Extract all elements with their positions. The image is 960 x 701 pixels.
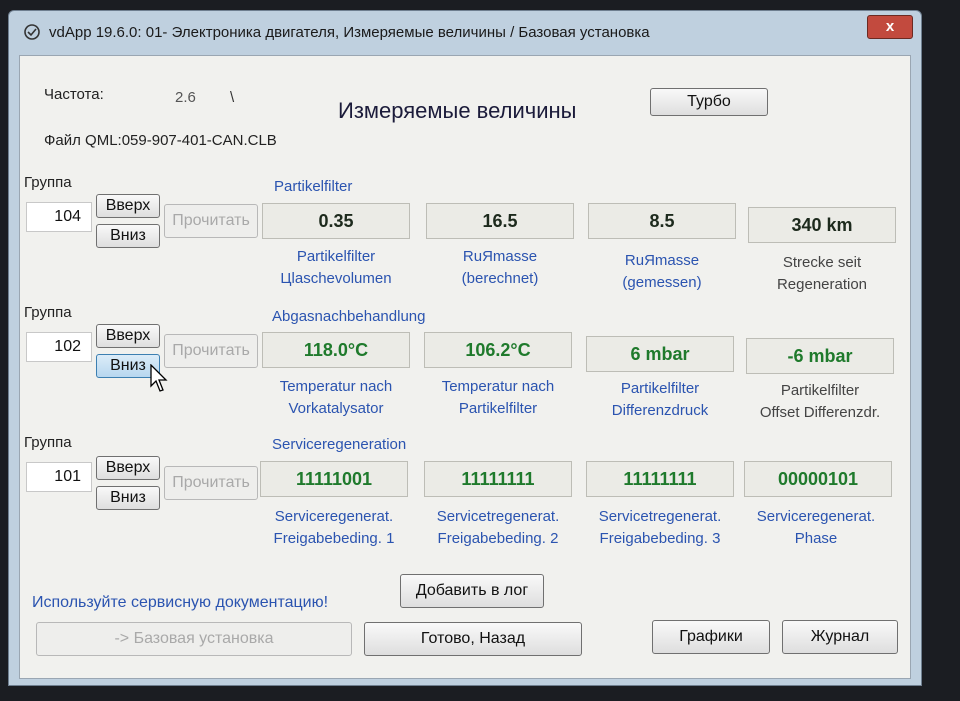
done-back-button[interactable]: Готово, Назад <box>364 622 582 656</box>
main-panel: Частота: 2.6 \ Измеряемые величины Турбо… <box>19 55 911 679</box>
documentation-hint: Используйте сервисную документацию! <box>32 594 329 611</box>
group-label: Группа <box>24 434 72 451</box>
value-cell: 340 km <box>748 207 896 243</box>
group-name: Abgasnachbehandlung <box>272 308 426 325</box>
group-label: Группа <box>24 174 72 191</box>
up-button[interactable]: Вверх <box>96 456 160 480</box>
basic-setting-button[interactable]: -> Базовая установка <box>36 622 352 656</box>
mouse-cursor-icon <box>150 364 168 392</box>
value-caption: RuЯmasse (berechnet) <box>461 248 539 287</box>
read-button[interactable]: Прочитать <box>164 466 258 500</box>
down-button[interactable]: Вниз <box>96 486 160 510</box>
value-cell: -6 mbar <box>746 338 894 374</box>
journal-button[interactable]: Журнал <box>782 620 898 654</box>
value-caption: Partikelfilter Цlaschevolumen <box>280 248 392 287</box>
group-name: Serviceregeneration <box>272 436 407 453</box>
group-number-field[interactable]: 101 <box>26 462 92 492</box>
down-button[interactable]: Вниз <box>96 224 160 248</box>
close-button[interactable]: x <box>867 15 913 39</box>
value-caption: Temperatur nach Vorkatalysator <box>279 378 393 417</box>
group-number-field[interactable]: 104 <box>26 202 92 232</box>
add-to-log-button[interactable]: Добавить в лог <box>400 574 544 608</box>
page-title: Измеряемые величины <box>338 98 577 123</box>
value-cell: 16.5 <box>426 203 574 239</box>
value-caption: Temperatur nach Partikelfilter <box>441 378 555 417</box>
value-cell: 0.35 <box>262 203 410 239</box>
value-cell: 118.0°C <box>262 332 410 368</box>
up-button[interactable]: Вверх <box>96 194 160 218</box>
value-caption: Partikelfilter Offset Differenzdr. <box>759 382 881 421</box>
value-caption: Serviceregenerat. Phase <box>756 508 876 547</box>
value-cell: 8.5 <box>588 203 736 239</box>
graphs-button[interactable]: Графики <box>652 620 770 654</box>
up-button[interactable]: Вверх <box>96 324 160 348</box>
frequency-value: 2.6 <box>175 89 196 106</box>
turbo-button[interactable]: Турбо <box>650 88 768 116</box>
value-caption: RuЯmasse (gemessen) <box>622 252 702 291</box>
value-cell: 11111111 <box>586 461 734 497</box>
title-bar[interactable]: vdApp 19.6.0: 01- Электроника двигателя,… <box>9 11 921 53</box>
value-cell: 11111111 <box>424 461 572 497</box>
file-label: Файл QML:059-907-401-CAN.CLB <box>44 132 277 149</box>
value-caption: Strecke seit Regeneration <box>776 254 868 293</box>
value-cell: 00000101 <box>744 461 892 497</box>
app-icon <box>24 24 40 40</box>
group-name: Partikelfilter <box>274 178 353 195</box>
frequency-label: Частота: <box>44 86 104 103</box>
read-button[interactable]: Прочитать <box>164 334 258 368</box>
value-caption: Partikelfilter Differenzdruck <box>611 380 709 419</box>
value-cell: 11111001 <box>260 461 408 497</box>
value-caption: Servicetregenerat. Freigabebeding. 3 <box>598 508 722 547</box>
value-cell: 106.2°C <box>424 332 572 368</box>
value-caption: Servicetregenerat. Freigabebeding. 2 <box>436 508 560 547</box>
window-title: vdApp 19.6.0: 01- Электроника двигателя,… <box>49 24 650 41</box>
value-cell: 6 mbar <box>586 336 734 372</box>
app-window: vdApp 19.6.0: 01- Электроника двигателя,… <box>8 10 922 686</box>
group-number-field[interactable]: 102 <box>26 332 92 362</box>
group-label: Группа <box>24 304 72 321</box>
activity-indicator: \ <box>230 89 235 106</box>
read-button[interactable]: Прочитать <box>164 204 258 238</box>
value-caption: Serviceregenerat. Freigabebeding. 1 <box>273 508 395 547</box>
